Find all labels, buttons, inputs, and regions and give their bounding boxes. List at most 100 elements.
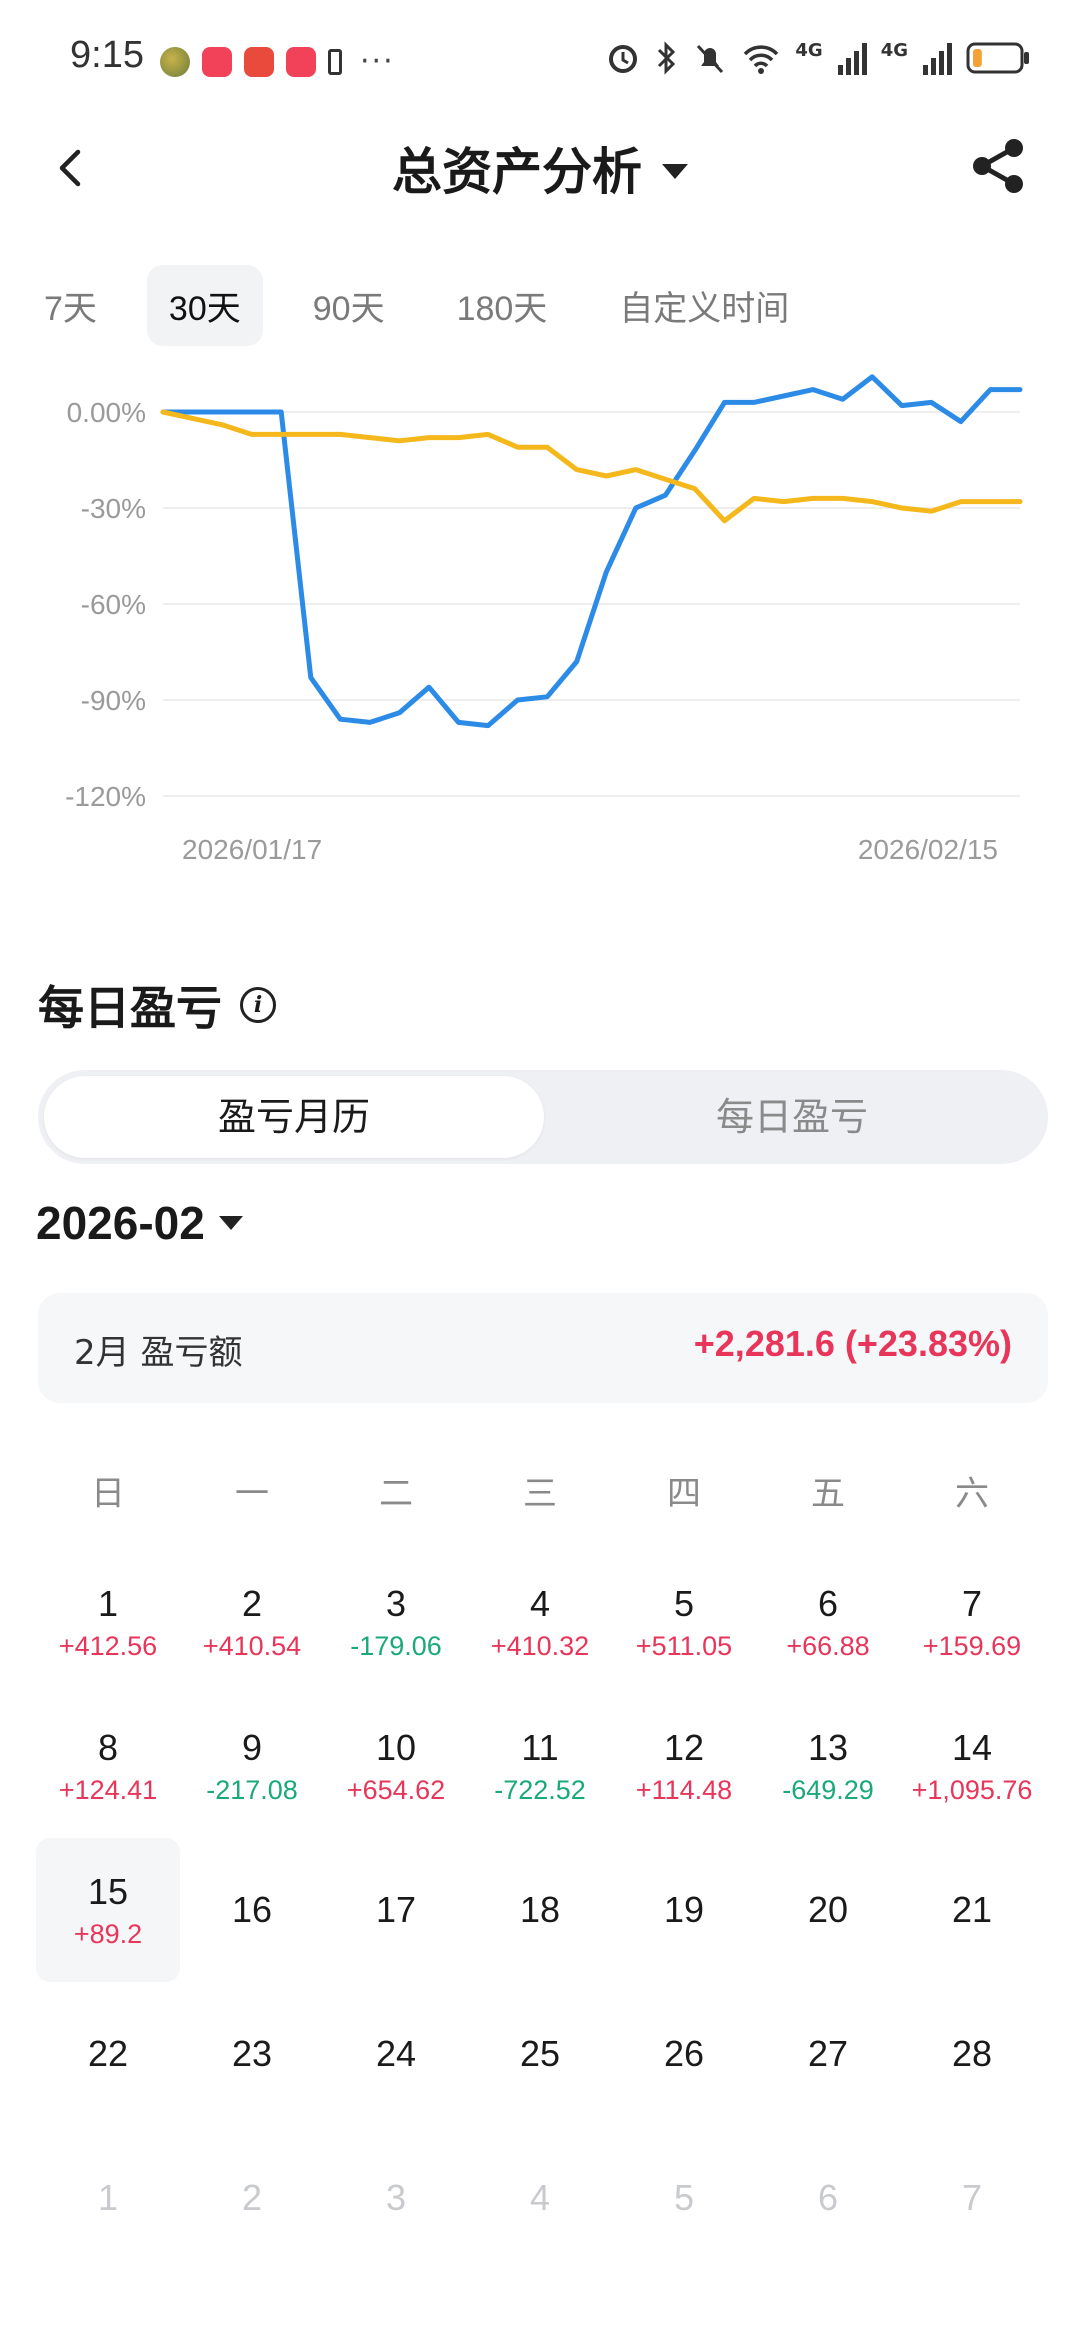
y-tick-label: -30%: [81, 493, 146, 524]
calendar-day[interactable]: 23: [180, 1982, 324, 2126]
day-number: 21: [951, 1889, 993, 1930]
calendar-day[interactable]: 18: [468, 1838, 612, 1982]
day-number: 8: [97, 1726, 119, 1768]
calendar-day[interactable]: 6: [756, 2126, 900, 2270]
page-title[interactable]: 总资产分析: [0, 132, 1080, 204]
battery-alert-icon: [328, 48, 342, 75]
calendar-day[interactable]: 7 +159.69: [900, 1550, 1044, 1694]
calendar-day[interactable]: 25: [468, 1982, 612, 2126]
pnl-calendar-tab[interactable]: 盈亏月历: [44, 1076, 544, 1158]
y-tick-label: -90%: [81, 685, 146, 716]
day-number: 7: [961, 1582, 983, 1624]
day-number: 4: [529, 1582, 551, 1624]
range-tab[interactable]: 180天: [435, 265, 570, 346]
calendar-day[interactable]: 17: [324, 1838, 468, 1982]
x-tick-label: 2026/02/15: [858, 834, 998, 865]
y-tick-label: -60%: [81, 589, 146, 620]
daily-pnl-section-title: 每日盈亏 i: [38, 972, 276, 1038]
calendar-day[interactable]: 27: [756, 1982, 900, 2126]
range-tab[interactable]: 30天: [146, 265, 263, 346]
weekday-label: 二: [379, 1473, 413, 1514]
share-icon[interactable]: [968, 136, 1028, 196]
calendar-day[interactable]: 14 +1,095.76: [900, 1694, 1044, 1838]
day-pnl-value: +410.32: [490, 1630, 590, 1661]
more-notifications-icon: ···: [360, 44, 395, 79]
calendar-day[interactable]: 3: [324, 2126, 468, 2270]
calendar-day[interactable]: 6 +66.88: [756, 1550, 900, 1694]
calendar-day[interactable]: 5: [612, 2126, 756, 2270]
battery-icon: [966, 42, 1029, 74]
day-number: 3: [385, 1582, 407, 1624]
calendar-day[interactable]: 28: [900, 1982, 1044, 2126]
info-icon[interactable]: i: [240, 987, 276, 1023]
day-number: 12: [663, 1726, 705, 1768]
calendar-week-row: 1 2 3 4 5 6 7: [36, 2126, 1044, 2270]
month-selector[interactable]: 2026-02: [36, 1196, 243, 1250]
system-status-icons: 4G 4G: [605, 40, 1030, 76]
day-number: 9: [241, 1726, 263, 1768]
day-number: 17: [375, 1889, 417, 1930]
view-toggle: 盈亏月历 每日盈亏: [38, 1070, 1048, 1164]
daily-pnl-tab[interactable]: 每日盈亏: [542, 1076, 1042, 1158]
status-time: 9:15: [70, 34, 144, 76]
month-dropdown-icon: [218, 1216, 243, 1230]
calendar-day[interactable]: 2: [180, 2126, 324, 2270]
huawei-app-icon: [244, 46, 274, 77]
range-tab[interactable]: 7天: [22, 265, 119, 346]
calendar-day[interactable]: 19: [612, 1838, 756, 1982]
pnl-calendar: 日 一 二 三 四 五 六 1 +412.56 2 +410.54 3 -179.06 4 +410.32…: [36, 1430, 1044, 2270]
calendar-day[interactable]: 10 +654.62: [324, 1694, 468, 1838]
day-number: 28: [951, 2033, 993, 2074]
day-pnl-value: -722.52: [494, 1774, 586, 1805]
calendar-day[interactable]: 16: [180, 1838, 324, 1982]
calendar-day[interactable]: 1: [36, 2126, 180, 2270]
section-title-text: 每日盈亏: [38, 981, 222, 1035]
calendar-day[interactable]: 4 +410.32: [468, 1550, 612, 1694]
series-line-blue: [160, 374, 1023, 729]
calendar-day[interactable]: 2 +410.54: [180, 1550, 324, 1694]
range-tab[interactable]: 90天: [291, 265, 407, 346]
wifi-icon: [744, 45, 779, 74]
page-title-text: 总资产分析: [392, 143, 642, 201]
calendar-day[interactable]: 7: [900, 2126, 1044, 2270]
day-pnl-value: +89.2: [73, 1918, 143, 1949]
day-pnl-value: +412.56: [58, 1630, 158, 1661]
alarm-icon: [609, 45, 638, 73]
day-pnl-value: +511.05: [635, 1630, 733, 1661]
calendar-day[interactable]: 20: [756, 1838, 900, 1982]
calendar-day[interactable]: 11 -722.52: [468, 1694, 612, 1838]
calendar-day[interactable]: 5 +511.05: [612, 1550, 756, 1694]
calendar-day[interactable]: 4: [468, 2126, 612, 2270]
calendar-day[interactable]: 9 -217.08: [180, 1694, 324, 1838]
mute-bell-icon: [697, 44, 724, 74]
day-pnl-value: +410.54: [202, 1630, 302, 1661]
network-type-label: 4G: [880, 39, 908, 61]
calendar-day[interactable]: 12 +114.48: [612, 1694, 756, 1838]
day-pnl-value: +159.69: [922, 1630, 1022, 1661]
day-number: 2: [241, 1582, 263, 1624]
day-number: 13: [807, 1726, 849, 1768]
day-number: 27: [807, 2033, 849, 2074]
calendar-day[interactable]: 22: [36, 1982, 180, 2126]
calendar-day[interactable]: 24: [324, 1982, 468, 2126]
calendar-day[interactable]: 3 -179.06: [324, 1550, 468, 1694]
day-number: 6: [817, 1582, 839, 1624]
gallery-app-icon: [160, 46, 190, 77]
calendar-day[interactable]: 1 +412.56: [36, 1550, 180, 1694]
calendar-day[interactable]: 8 +124.41: [36, 1694, 180, 1838]
weekday-label: 日: [91, 1473, 125, 1514]
calendar-day[interactable]: 21: [900, 1838, 1044, 1982]
asset-return-chart: 0.00% -30% -60% -90% -120% 2026/01/17 2026/02/…: [65, 374, 1023, 865]
range-tab[interactable]: 自定义时间: [597, 265, 811, 346]
calendar-day[interactable]: 15 +89.2: [36, 1838, 180, 1982]
red-note-app-icon: [286, 46, 316, 77]
day-number: 14: [951, 1726, 993, 1768]
calendar-day[interactable]: 26: [612, 1982, 756, 2126]
time-range-tabs: 7天 30天 90天 180天 自定义时间: [44, 265, 839, 346]
day-number: 22: [87, 2033, 129, 2074]
day-number: 20: [807, 1889, 849, 1930]
calendar-day[interactable]: 13 -649.29: [756, 1694, 900, 1838]
app-header: 总资产分析: [0, 110, 1080, 220]
month-selector-label: 2026-02: [36, 1197, 205, 1249]
day-number: 24: [375, 2033, 417, 2074]
